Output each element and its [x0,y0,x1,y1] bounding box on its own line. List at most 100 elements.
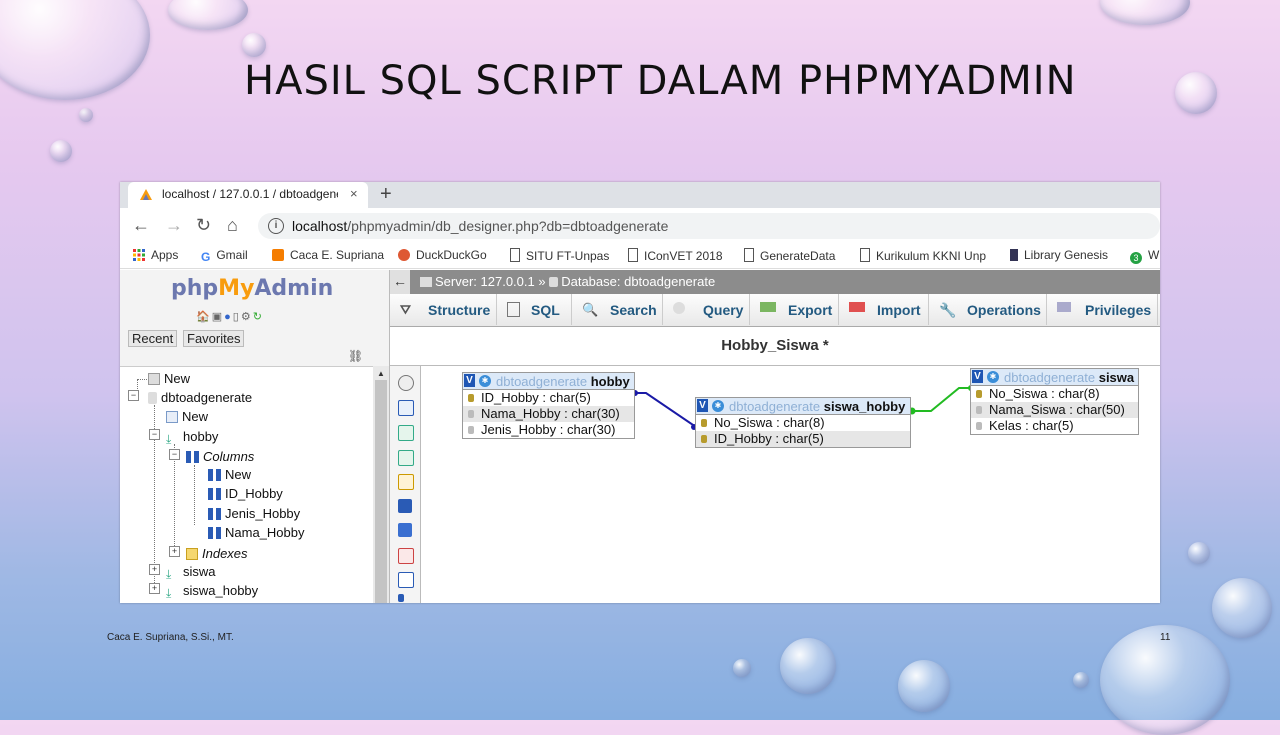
relation-line-siswa[interactable] [911,387,973,412]
tree-item-column[interactable]: Nama_Hobby [208,525,305,540]
relation-line-hobby[interactable] [634,392,704,428]
table-options-icon[interactable]: ✱ [712,400,724,412]
checkbox-icon[interactable]: V [464,374,475,387]
link-chain-icon[interactable]: ⛓ [348,349,363,363]
table-column-row[interactable]: Jenis_Hobby : char(30) [463,422,634,438]
tab-import[interactable]: Import [839,294,929,325]
tab-query[interactable]: Query [663,294,750,325]
tree-item-new-database[interactable]: New [148,371,190,386]
page-icon[interactable] [398,572,414,588]
tree-item-dbtoadgenerate[interactable]: dbtoadgenerate [148,390,252,405]
expand-toggle[interactable]: + [169,546,180,557]
tree-item-new-column[interactable]: New [208,467,251,482]
tab-operations[interactable]: 🔧 Operations [929,294,1047,325]
reload-icon[interactable]: ↻ [253,311,264,323]
table-column-row[interactable]: No_Siswa : char(8) [696,415,910,431]
tab-close-icon[interactable]: × [350,186,358,201]
tree-item-column[interactable]: ID_Hobby [208,486,283,501]
back-arrow-icon[interactable]: ← [132,215,150,236]
table-column-row[interactable]: ID_Hobby : char(5) [696,431,910,447]
table-column-row[interactable]: Nama_Hobby : char(30) [463,406,634,422]
bookmark-caca[interactable]: Caca E. Supriana [272,248,384,262]
tree-item-columns[interactable]: Columns [186,449,254,464]
recent-button[interactable]: Recent [128,330,178,347]
show-hide-icon[interactable] [398,375,414,391]
settings-gear-icon[interactable]: ⚙ [241,311,253,323]
delete-page-icon[interactable] [398,548,414,564]
checkbox-icon[interactable]: V [972,370,983,383]
scroll-thumb[interactable] [375,380,387,603]
table-column-row[interactable]: No_Siswa : char(8) [971,386,1138,402]
bookmark-w[interactable]: 3W [1130,248,1159,264]
tab-search[interactable]: 🔍 Search [572,294,663,325]
table-column-row[interactable]: Kelas : char(5) [971,418,1138,434]
tab-structure[interactable]: ⛛ Structure [390,294,497,325]
slide-page-number: 11 [1160,632,1171,643]
breadcrumb-database[interactable]: Database: dbtoadgenerate [561,274,715,289]
favorites-button[interactable]: Favorites [183,330,245,347]
table-header[interactable]: V ✱ dbtoadgenerate siswa_hobby [696,398,910,415]
tree-item-hobby[interactable]: ⤓ hobby [166,429,218,446]
table-options-icon[interactable]: ✱ [479,375,491,387]
help-icon[interactable]: ● [224,311,233,323]
tree-item-new-table[interactable]: New [166,409,208,424]
designer-canvas[interactable]: V ✱ dbtoadgenerate hobby ID_Hobby : char… [421,366,1160,603]
new-tab-button[interactable]: + [380,183,392,206]
bookmark-duckduckgo[interactable]: DuckDuckGo [398,248,487,262]
bookmark-apps[interactable]: Apps [133,248,178,262]
reload-icon[interactable]: ↻ [196,215,211,236]
home-icon[interactable]: ⌂ [227,215,238,236]
table-options-icon[interactable]: ✱ [987,371,999,383]
url-field[interactable]: i localhost/phpmyadmin/db_designer.php?d… [258,213,1160,239]
tree-item-column[interactable]: Jenis_Hobby [208,506,300,521]
collapse-toggle[interactable]: − [169,449,180,460]
tab-export[interactable]: Export [750,294,839,325]
checkbox-icon[interactable]: V [697,399,708,412]
tree-item-siswa-hobby[interactable]: ⤓ siswa_hobby [166,583,258,600]
save-as-icon[interactable] [398,523,412,537]
save-icon[interactable] [398,499,412,513]
collapse-arrow-icon[interactable]: ← [390,270,410,294]
table-column-row[interactable]: Nama_Siswa : char(50) [971,402,1138,418]
browser-tab[interactable]: localhost / 127.0.0.1 / dbtoadgenerate × [128,182,368,208]
docs-icon[interactable]: ▯ [233,311,241,323]
bookmark-generatedata[interactable]: GenerateData [744,248,835,263]
home-icon[interactable]: 🏠 [196,311,212,323]
site-info-icon[interactable]: i [268,218,284,234]
breadcrumb-server[interactable]: Server: 127.0.0.1 [435,274,535,289]
bookmark-library-genesis[interactable]: Library Genesis [1010,248,1108,262]
more-tools-icon[interactable] [398,594,404,602]
logout-icon[interactable]: ▣ [212,311,224,323]
edit-page-icon[interactable] [398,474,414,490]
table-column-row[interactable]: ID_Hobby : char(5) [463,390,634,406]
bubble-decoration [1175,72,1217,114]
scroll-up-arrow-icon[interactable]: ▲ [377,369,385,378]
collapse-toggle[interactable]: − [149,429,160,440]
bookmark-kurikulum[interactable]: Kurikulum KKNI Unp [860,248,986,263]
tree-item-siswa[interactable]: ⤓ siswa [166,564,216,581]
table-header[interactable]: V ✱ dbtoadgenerate hobby [463,373,634,390]
expand-toggle[interactable]: + [149,564,160,575]
tab-sql[interactable]: SQL [497,294,572,325]
bookmark-iconvet[interactable]: IConVET 2018 [628,248,723,263]
designer-table-siswa[interactable]: V ✱ dbtoadgenerate siswa No_Siswa : char… [970,368,1139,435]
expand-toggle[interactable]: + [149,583,160,594]
tab-privileges[interactable]: Privileges [1047,294,1158,325]
export-icon [760,302,776,312]
sql-icon [507,302,520,317]
designer-table-siswa-hobby[interactable]: V ✱ dbtoadgenerate siswa_hobby No_Siswa … [695,397,911,448]
add-tables-icon[interactable] [398,425,414,441]
new-page-icon[interactable] [398,450,414,466]
bookmark-gmail[interactable]: G Gmail [201,248,248,264]
phpmyadmin-logo[interactable]: phpMyAdmin [171,276,333,301]
breadcrumb-separator: » [538,274,546,289]
tree-item-indexes[interactable]: Indexes [186,546,248,561]
designer-table-hobby[interactable]: V ✱ dbtoadgenerate hobby ID_Hobby : char… [462,372,635,439]
tree-scrollbar[interactable]: ▲ [373,366,389,603]
collapse-toggle[interactable]: − [128,390,139,401]
table-header[interactable]: V ✱ dbtoadgenerate siswa [971,369,1138,386]
bookmark-situ[interactable]: SITU FT-Unpas [510,248,609,263]
forward-arrow-icon[interactable]: → [165,215,183,236]
fullscreen-icon[interactable] [398,400,414,416]
primary-key-icon [468,394,474,402]
